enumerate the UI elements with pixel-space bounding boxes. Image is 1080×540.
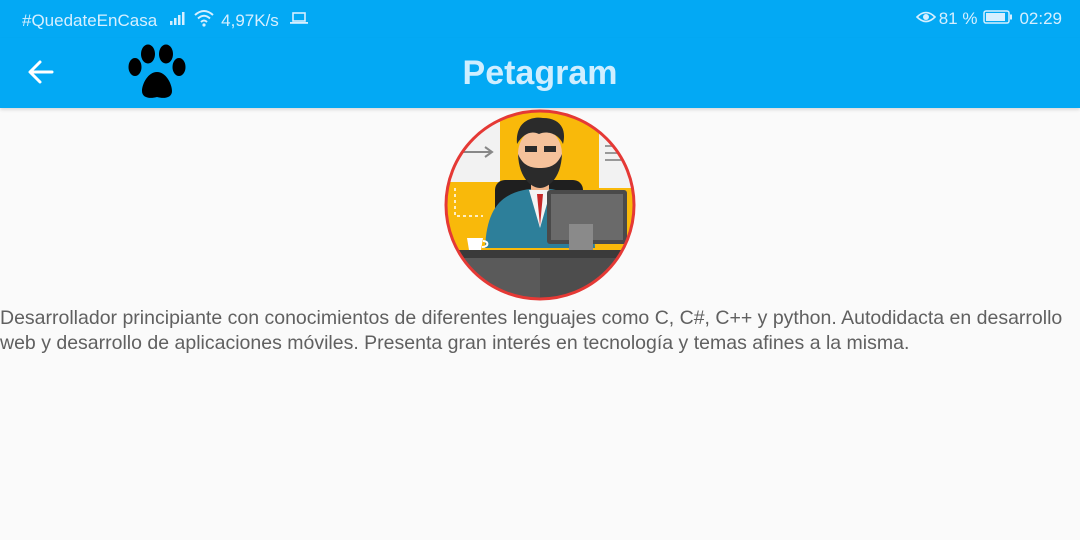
status-bar: #QuedateEnCasa 4,97K/s 81 % 02:29: [0, 0, 1080, 38]
carrier-label: #QuedateEnCasa: [22, 10, 158, 30]
bio-text: Desarrollador principiante con conocimie…: [0, 307, 1063, 354]
signal-icon: [169, 10, 189, 31]
laptop-icon: [289, 10, 309, 31]
wifi-icon: [193, 9, 215, 32]
eye-icon: [915, 9, 936, 29]
battery-percent: 81 %: [938, 9, 978, 28]
battery-icon: [983, 9, 1013, 29]
status-right: 81 % 02:29: [915, 9, 1062, 29]
page-title: Petagram: [462, 54, 618, 92]
net-speed-label: 4,97K/s: [221, 10, 279, 30]
status-left: #QuedateEnCasa 4,97K/s: [22, 9, 309, 32]
developer-avatar: [443, 108, 637, 302]
app-toolbar: Petagram: [0, 38, 1080, 108]
clock: 02:29: [1019, 9, 1062, 28]
